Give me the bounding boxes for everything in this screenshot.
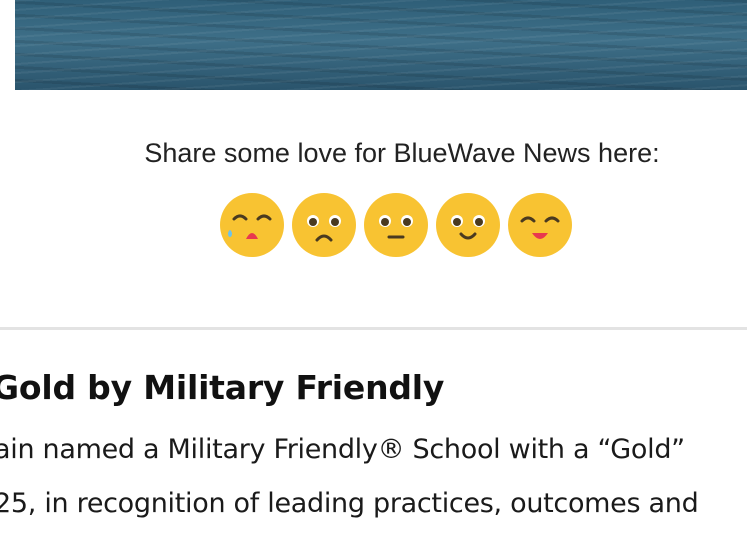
neutral-face-icon	[364, 193, 428, 257]
smiling-face-icon	[436, 193, 500, 257]
sad-face-icon	[292, 193, 356, 257]
article-body-line: ain named a Military Friendly® School wi…	[0, 434, 685, 465]
share-label: Share some love for BlueWave News here:	[144, 138, 660, 168]
reaction-bar	[220, 193, 572, 259]
happy-emoji-button[interactable]	[508, 193, 572, 257]
crying-emoji-button[interactable]	[220, 193, 284, 257]
section-divider	[0, 327, 747, 330]
sad-emoji-button[interactable]	[292, 193, 356, 257]
crying-face-icon	[220, 193, 284, 257]
smile-emoji-button[interactable]	[436, 193, 500, 257]
hero-image	[15, 0, 747, 90]
happy-face-icon	[508, 193, 572, 257]
neutral-emoji-button[interactable]	[364, 193, 428, 257]
article-body-line: 25, in recognition of leading practices,…	[0, 488, 699, 519]
article-headline: Gold by Military Friendly	[0, 368, 445, 407]
